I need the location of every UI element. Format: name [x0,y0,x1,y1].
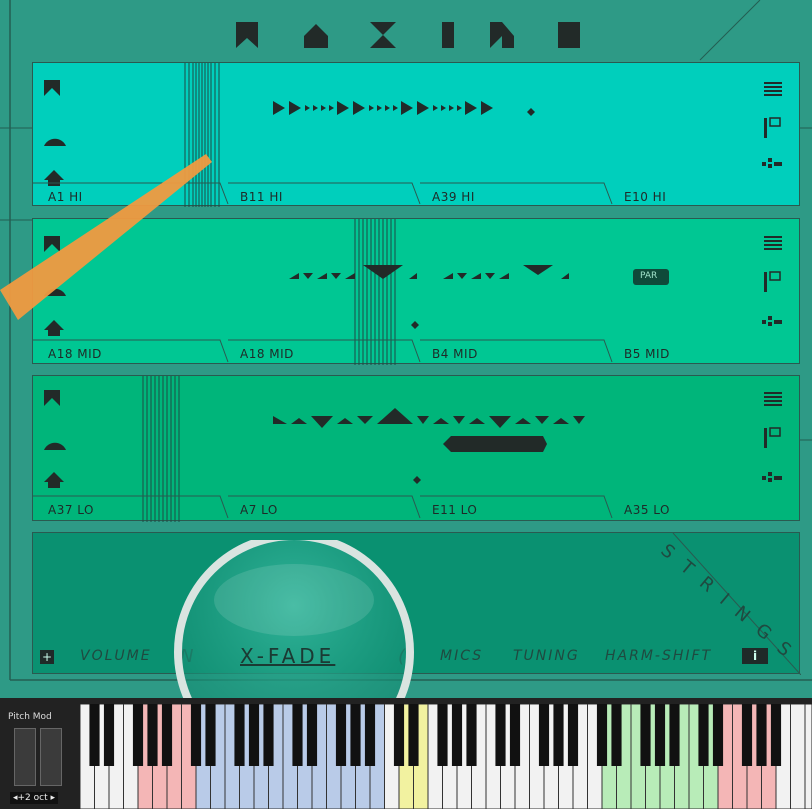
black-key[interactable] [466,704,477,766]
nav-tuning[interactable]: TUNING [513,648,580,664]
pitch-mod-label: Pitch Mod [8,712,52,722]
info-button[interactable]: i [742,648,768,664]
add-button[interactable]: + [40,650,54,664]
black-key[interactable] [611,704,622,766]
black-key[interactable] [770,704,782,766]
black-key[interactable] [364,704,376,766]
black-key[interactable] [393,704,405,766]
black-key[interactable] [263,704,274,766]
black-key[interactable] [756,704,767,766]
black-key[interactable] [132,704,144,766]
black-key[interactable] [640,704,651,766]
nav-mics[interactable]: MICS [440,648,483,664]
black-key[interactable] [741,704,753,766]
black-key[interactable] [147,704,158,766]
black-key[interactable] [205,704,216,766]
nav-volume[interactable]: VOLUME [80,648,152,664]
black-key[interactable] [698,704,709,766]
black-key[interactable] [292,704,303,766]
black-key[interactable] [567,704,579,766]
black-key[interactable] [190,704,202,766]
black-key[interactable] [509,704,521,766]
nav-x-fade-magnified: X-FADE [240,644,336,668]
black-key[interactable] [712,704,724,766]
black-key[interactable] [161,704,173,766]
black-key[interactable] [306,704,318,766]
black-key[interactable] [408,704,419,766]
black-key[interactable] [103,704,115,766]
black-key[interactable] [596,704,608,766]
black-key[interactable] [248,704,260,766]
white-key[interactable] [790,704,806,809]
orange-arrow [0,154,212,320]
black-key[interactable] [89,704,100,766]
piano-keys[interactable] [80,704,812,809]
black-key[interactable] [669,704,680,766]
mod-wheel[interactable] [40,728,62,786]
keyboard-area: Pitch Mod ◂+2 oct ▸ [0,698,812,809]
octave-selector[interactable]: ◂+2 oct ▸ [10,792,59,804]
pitch-wheel[interactable] [14,728,36,786]
black-key[interactable] [538,704,550,766]
black-key[interactable] [495,704,506,766]
black-key[interactable] [437,704,448,766]
black-key[interactable] [654,704,666,766]
black-key[interactable] [335,704,347,766]
black-key[interactable] [553,704,564,766]
black-key[interactable] [350,704,361,766]
black-key[interactable] [234,704,245,766]
nav-harm-shift[interactable]: HARM-SHIFT [605,648,712,664]
black-key[interactable] [451,704,463,766]
